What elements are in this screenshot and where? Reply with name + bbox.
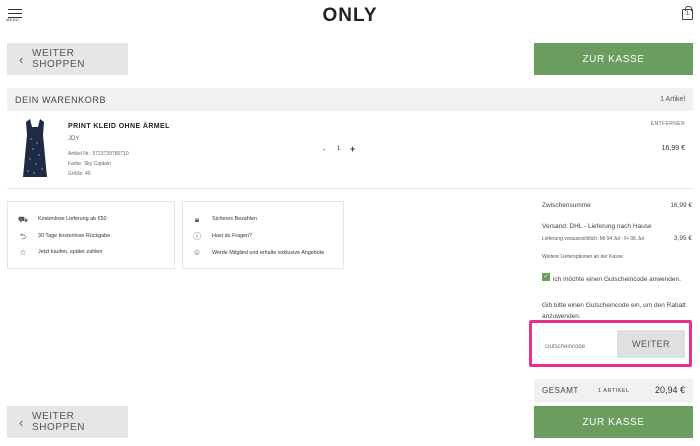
- quantity-value: 1: [337, 146, 341, 152]
- subtotal-label: Zwischensumme: [542, 202, 591, 209]
- benefit-free-returns: ⮌ 30 Tage kostenlose Rückgabe: [16, 233, 110, 241]
- remove-item-link[interactable]: ENTFERNEN: [651, 121, 685, 127]
- continue-shopping-label: WEITER SHOPPEN: [31, 48, 86, 70]
- service-text: Werde Mitglied und erhalte exklusive Ang…: [212, 250, 325, 256]
- service-text: Sicheres Bezahlen: [212, 216, 257, 222]
- shipping-eta: Lieferung voraussichtlich: Mi 04 Jul - F…: [542, 236, 644, 242]
- service-membership[interactable]: ☺ Werde Mitglied und erhalte exklusive A…: [190, 249, 338, 258]
- shipping-label: Versand: DHL - Lieferung nach Hause: [542, 223, 652, 230]
- product-size: Größe: 40: [68, 171, 91, 177]
- shopping-bag-icon[interactable]: 1: [682, 6, 693, 20]
- checkout-button[interactable]: ZUR KASSE: [534, 43, 693, 75]
- coupon-checkbox-label[interactable]: ich möchte einen Gutscheincode anwenden.: [553, 274, 683, 285]
- star-icon: ☆: [19, 248, 27, 257]
- subtotal-value: 16,99 €: [670, 202, 692, 209]
- benefit-pay-later: ☆ Jetzt kaufen, später zahlen: [16, 249, 102, 257]
- cart-item-count: 1 Artikel: [660, 96, 685, 103]
- total-label: GESAMT: [542, 386, 579, 395]
- cart-header: DEIN WARENKORB 1 Artikel: [7, 88, 693, 111]
- chevron-left-icon: ‹: [19, 51, 24, 67]
- truck-icon: ⛟: [17, 215, 29, 224]
- total-price: 20,94 €: [654, 385, 685, 395]
- benefit-free-shipping: ⛟ Kostenlose Lieferung ab €50: [16, 216, 107, 224]
- product-brand: JDY: [68, 136, 80, 142]
- quantity-increase-button[interactable]: +: [350, 144, 355, 154]
- shipping-value: 3,95 €: [673, 235, 692, 242]
- more-shipping-options[interactable]: Weitere Lieferoptionen an der Kasse: [542, 254, 623, 260]
- continue-shopping-button-bottom[interactable]: ‹ WEITER SHOPPEN: [7, 406, 128, 438]
- coupon-apply-button[interactable]: WEITER: [617, 330, 685, 358]
- product-name[interactable]: PRINT KLEID OHNE ÄRMEL: [68, 123, 170, 130]
- cart-title: DEIN WARENKORB: [15, 95, 107, 105]
- benefit-text: 30 Tage kostenlose Rückgabe: [38, 233, 111, 239]
- total-item-count: 1 ARTIKEL: [598, 388, 630, 394]
- chevron-left-icon: ‹: [19, 414, 24, 430]
- coupon-checkbox[interactable]: ✓: [542, 273, 550, 281]
- members-icon: ☺: [192, 248, 202, 257]
- service-text: Hast du Fragen?: [212, 233, 253, 239]
- benefit-text: Jetzt kaufen, später zahlen: [38, 249, 103, 255]
- continue-shopping-button[interactable]: ‹ WEITER SHOPPEN: [7, 43, 128, 75]
- question-icon: ⓘ: [193, 232, 201, 241]
- header: MENU ONLY 1: [0, 0, 700, 30]
- benefit-text: Kostenlose Lieferung ab €50: [38, 216, 107, 222]
- return-icon: ⮌: [19, 232, 27, 241]
- quantity-decrease-button[interactable]: -: [323, 145, 326, 154]
- benefits-box: ⛟ Kostenlose Lieferung ab €50 ⮌ 30 Tage …: [7, 201, 175, 269]
- total-bar: GESAMT 1 ARTIKEL 20,94 €: [534, 379, 693, 402]
- cart-item: PRINT KLEID OHNE ÄRMEL JDY Artikel Nr.: …: [7, 113, 693, 189]
- product-article-number: Artikel Nr.: 5713739780710: [68, 151, 129, 157]
- product-color: Farbe: Sky Captain: [68, 161, 111, 167]
- product-image[interactable]: [21, 119, 49, 179]
- service-secure-payment: 🔒︎ Sicheres Bezahlen: [190, 216, 257, 224]
- logo[interactable]: ONLY: [0, 5, 700, 27]
- coupon-hint: Gib bitte einen Gutscheincode ein, um de…: [542, 302, 686, 320]
- service-box: 🔒︎ Sicheres Bezahlen ⓘ Hast du Fragen? ☺…: [182, 201, 344, 269]
- service-questions[interactable]: ⓘ Hast du Fragen?: [190, 233, 252, 241]
- product-price: 16,99 €: [661, 145, 685, 152]
- checkout-button-bottom[interactable]: ZUR KASSE: [534, 406, 693, 438]
- lock-icon: 🔒︎: [194, 215, 200, 224]
- continue-shopping-label: WEITER SHOPPEN: [31, 411, 86, 433]
- coupon-input[interactable]: [545, 340, 611, 354]
